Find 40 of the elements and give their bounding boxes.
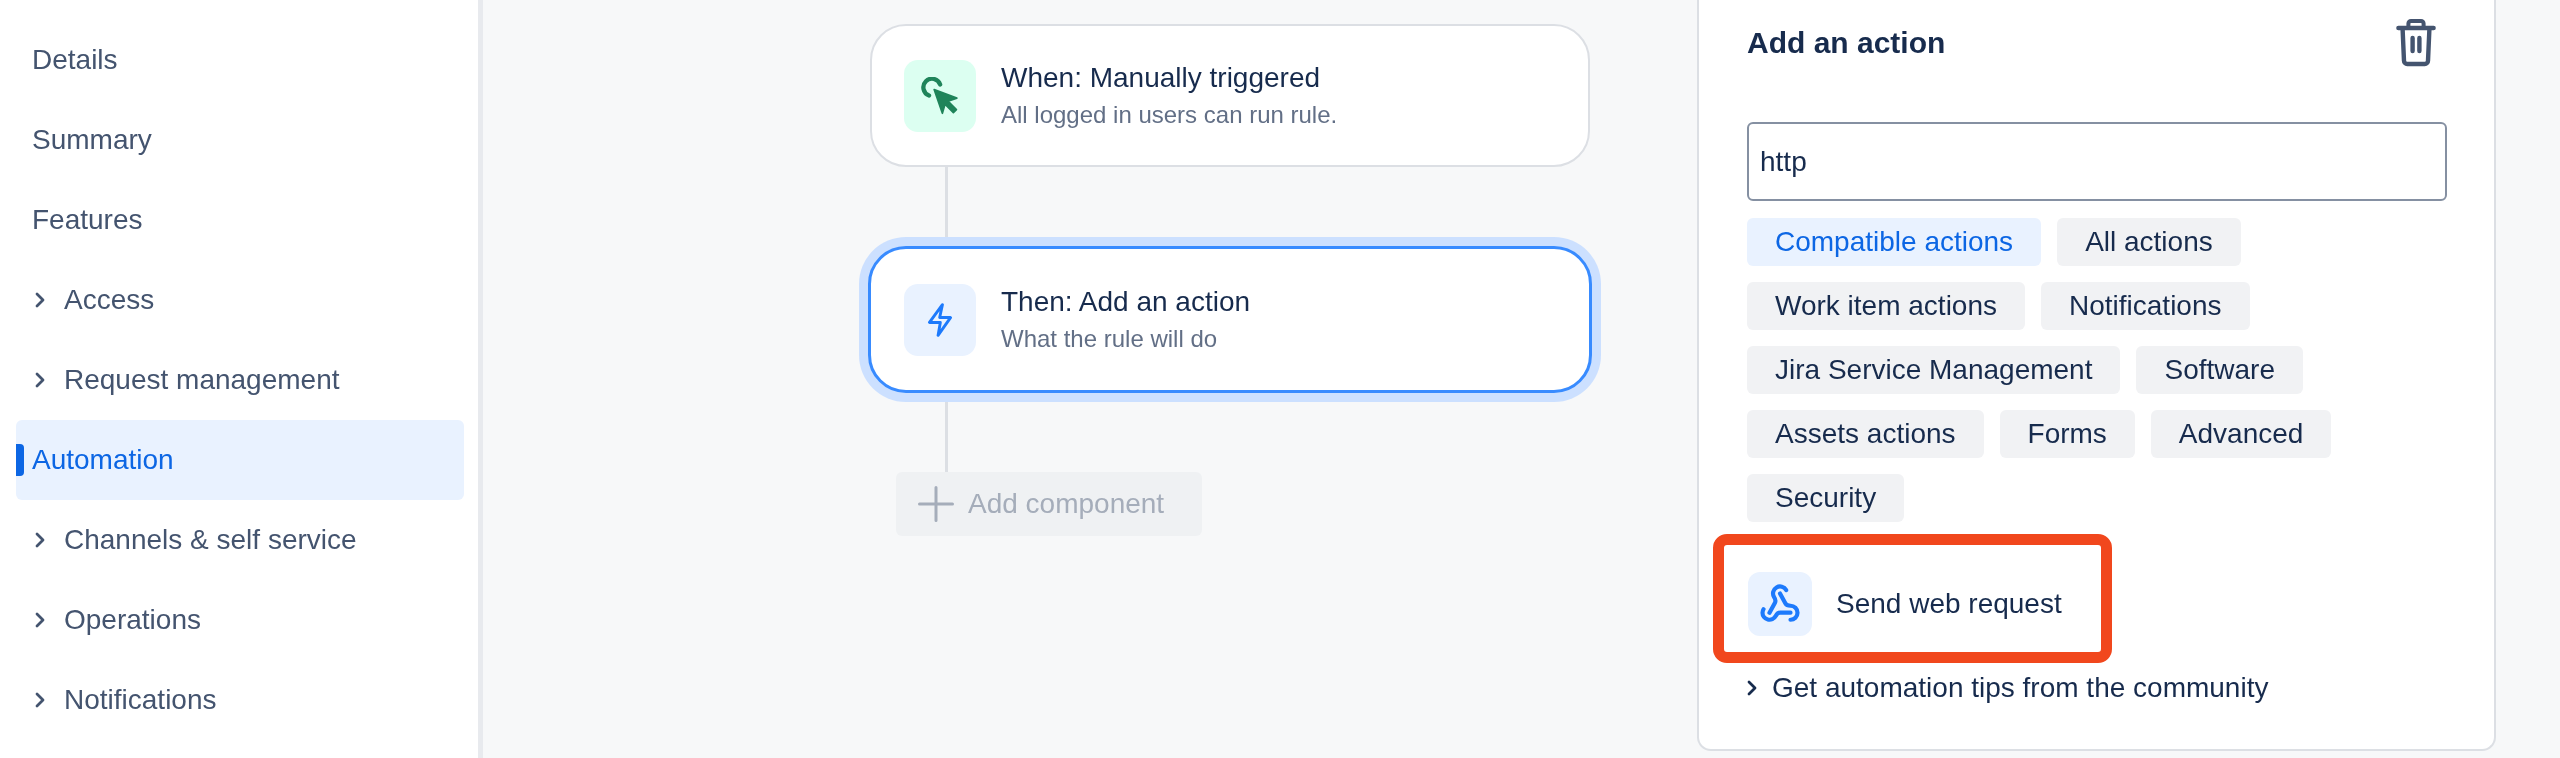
search-field[interactable]: http <box>1747 122 2447 201</box>
sidebar-item[interactable]: Details <box>16 20 464 100</box>
step-description: What the rule will do <box>1001 324 1219 354</box>
filter-chip[interactable]: Security <box>1747 474 1905 522</box>
filter-chip[interactable]: Notifications <box>2041 282 2250 330</box>
chevron-right-icon <box>35 612 45 628</box>
sidebar-item[interactable]: Features <box>16 180 464 260</box>
sidebar-item[interactable]: Summary <box>16 100 464 180</box>
chevron-right-icon <box>1747 680 1757 696</box>
chevron-right-icon <box>35 692 45 708</box>
chevron-right-icon <box>35 372 45 388</box>
panel-title: Add an action <box>1747 25 1946 61</box>
sidebar-item[interactable]: Access <box>16 260 464 340</box>
cursor-click-icon <box>904 59 976 132</box>
chevron-right-icon <box>35 532 45 548</box>
sidebar-item[interactable]: Channels & self service <box>16 500 464 580</box>
step-description: All logged in users can run rule. <box>1001 100 1338 130</box>
filter-chip[interactable]: Forms <box>1999 410 2135 458</box>
webhook-icon <box>1748 572 1812 636</box>
community-tips-link[interactable]: Get automation tips from the community <box>1744 671 2269 705</box>
chevron-right-icon <box>35 292 45 308</box>
action-option[interactable]: Send web request <box>1748 572 2062 636</box>
step-title: Then: Add an action <box>1001 285 1251 319</box>
step-title: When: Manually triggered <box>1001 61 1322 95</box>
lightning-icon <box>904 283 976 356</box>
filter-chip[interactable]: Work item actions <box>1747 282 2025 330</box>
sidebar-item[interactable]: Operations <box>16 580 464 660</box>
sidebar-item[interactable]: Request management <box>16 340 464 420</box>
filter-chip[interactable]: Jira Service Management <box>1747 346 2121 394</box>
filter-chip[interactable]: Advanced <box>2150 410 2332 458</box>
filter-chip[interactable]: All actions <box>2057 218 2241 266</box>
filter-chip[interactable]: Compatible actions <box>1747 218 2042 266</box>
plus-icon <box>918 486 954 522</box>
sidebar-item[interactable]: Notifications <box>16 660 464 740</box>
trigger-card[interactable]: When: Manually triggered All logged in users can run rule. <box>870 24 1590 167</box>
trash-icon[interactable] <box>2396 19 2436 67</box>
selected-indicator <box>16 444 24 476</box>
filter-chip[interactable]: Assets actions <box>1747 410 1984 458</box>
filter-chip[interactable]: Software <box>2136 346 2303 394</box>
sidebar-item[interactable]: Automation <box>16 420 464 500</box>
